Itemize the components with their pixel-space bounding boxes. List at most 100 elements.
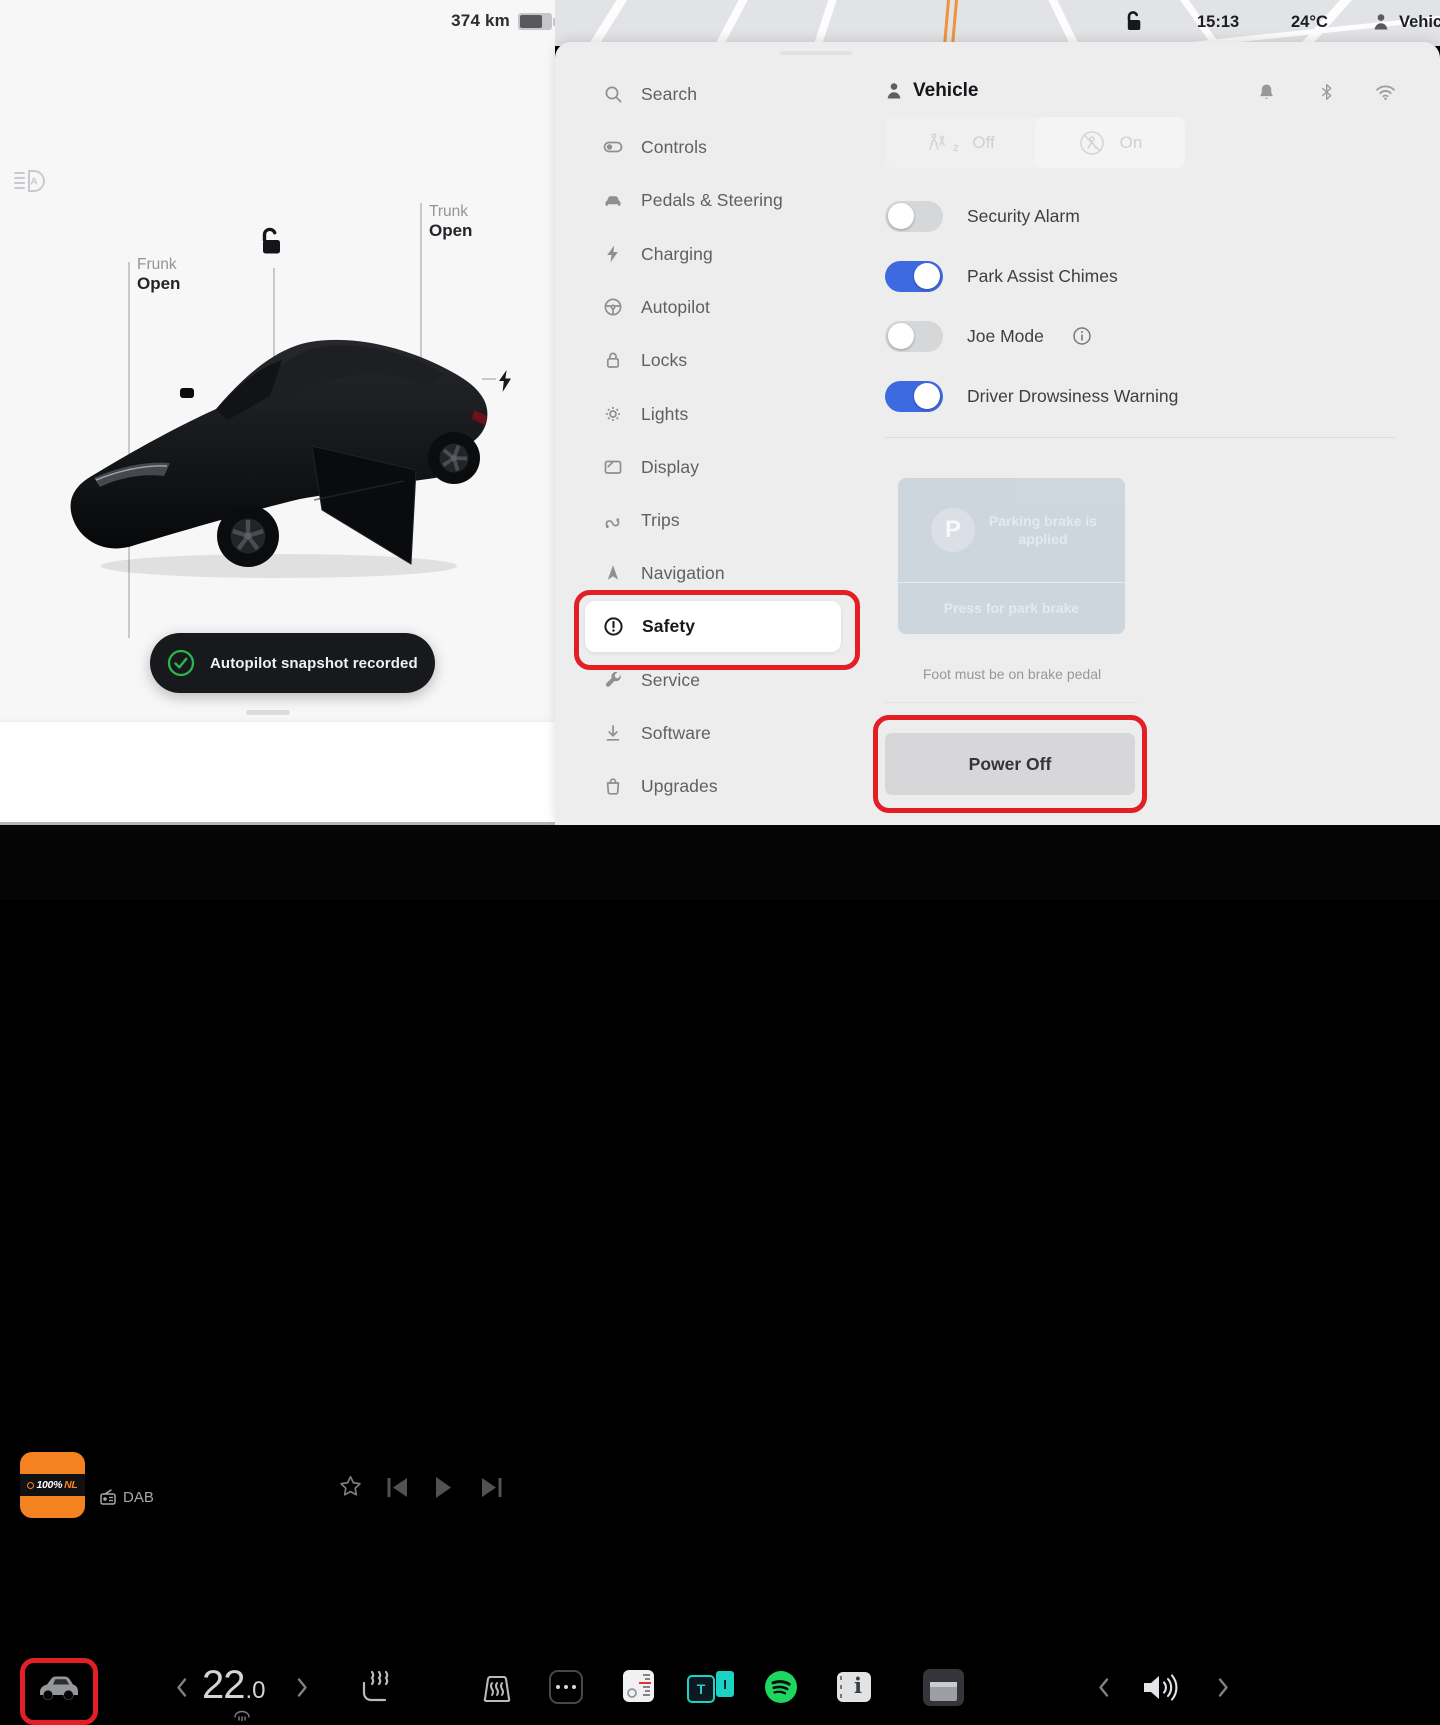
segment-off-label: Off	[972, 132, 995, 152]
volume-speaker-icon[interactable]	[1141, 1673, 1183, 1702]
unlocked-icon	[262, 227, 280, 254]
sidebar-item-locks[interactable]: Locks	[575, 340, 847, 380]
tunein-app-icon[interactable]: T I	[687, 1671, 737, 1703]
security-alarm-row: Security Alarm	[885, 200, 1080, 232]
vehicle-visualization-panel: 374 km A Frunk Open Trunk Open Autopilot…	[0, 0, 556, 1518]
profile-name[interactable]: Vehicle	[1399, 13, 1440, 32]
tunein-t-letter: T	[696, 1681, 706, 1697]
dot	[564, 1685, 568, 1689]
sidebar-label: Trips	[641, 509, 680, 530]
sidebar-item-safety[interactable]: Safety	[585, 601, 841, 652]
trunk-state: Open	[429, 221, 473, 240]
tunein-t-tile: T	[687, 1675, 715, 1703]
wrench-icon	[605, 671, 621, 687]
park-p-icon: P	[931, 508, 975, 552]
sidebar-item-software[interactable]: Software	[575, 713, 847, 753]
sidebar-item-trips[interactable]: Trips	[575, 500, 847, 540]
temp-down-chevron-icon[interactable]	[175, 1677, 188, 1698]
radio-tuner-glyph	[627, 1674, 651, 1698]
seat-heater-icon[interactable]	[359, 1670, 391, 1704]
driver-drowsiness-toggle[interactable]	[885, 380, 943, 412]
frunk-status-label[interactable]: Frunk Open	[137, 255, 180, 294]
park-assist-chimes-row: Park Assist Chimes	[885, 260, 1118, 292]
lightning-icon	[607, 245, 618, 263]
cabin-temperature[interactable]: 22 .0	[202, 1663, 266, 1708]
joe-mode-row: Joe Mode	[885, 320, 1092, 352]
profile-icon[interactable]	[1371, 12, 1391, 32]
joe-mode-toggle[interactable]	[885, 320, 943, 352]
media-sheet-handle[interactable]	[246, 710, 290, 715]
toggle-knob	[888, 203, 914, 229]
next-track-icon[interactable]	[481, 1477, 503, 1498]
unlocked-status-icon[interactable]	[1123, 10, 1144, 33]
tunein-i-tile: I	[716, 1671, 734, 1697]
success-check-icon	[167, 649, 195, 677]
no-person-icon	[1079, 130, 1104, 155]
sidebar-item-controls[interactable]: Controls	[575, 127, 847, 167]
parking-brake-card[interactable]: P Parking brake is applied Press for par…	[898, 478, 1125, 634]
frunk-state: Open	[137, 274, 181, 293]
notifications-bell-icon[interactable]	[1257, 82, 1276, 102]
park-letter: P	[944, 516, 961, 543]
app-launcher-icon[interactable]	[549, 1670, 583, 1704]
favorite-star-icon[interactable]	[338, 1474, 363, 1499]
play-icon[interactable]	[434, 1476, 452, 1499]
download-icon	[606, 724, 620, 741]
temp-up-chevron-icon[interactable]	[296, 1677, 309, 1698]
sidebar-item-service[interactable]: Service	[575, 660, 847, 700]
sidebar-item-display[interactable]: Display	[575, 447, 847, 487]
vehicle-profile-icon	[887, 83, 901, 99]
press-for-park-brake-button[interactable]: Press for park brake	[898, 582, 1125, 634]
outside-temperature[interactable]: 24°C	[1291, 13, 1328, 32]
security-alarm-toggle[interactable]	[885, 200, 943, 232]
temp-integer: 22	[202, 1663, 245, 1707]
bluetooth-icon[interactable]	[1318, 82, 1335, 101]
media-source[interactable]: DAB	[100, 1489, 154, 1506]
toggle-knob	[888, 323, 914, 349]
sidebar-item-autopilot[interactable]: Autopilot	[575, 287, 847, 327]
sidebar-item-pedals-steering[interactable]: Pedals & Steering	[575, 180, 847, 220]
sidebar-item-charging[interactable]: Charging	[575, 234, 847, 274]
binding	[839, 1685, 842, 1689]
theater-screen	[930, 1682, 957, 1701]
theater-app-icon[interactable]	[923, 1669, 964, 1706]
sidebar-label: Locks	[641, 349, 688, 370]
pedestrian-count: 2	[953, 142, 959, 153]
sidebar-item-navigation[interactable]: Navigation	[575, 553, 847, 593]
sidebar-label: Display	[641, 456, 700, 477]
toggle-icon	[603, 141, 623, 153]
manual-app-icon[interactable]: i	[837, 1672, 871, 1702]
car-controls-icon[interactable]	[37, 1672, 80, 1701]
sidebar-item-search[interactable]: Search	[575, 74, 847, 114]
charging-bolt-icon	[499, 370, 511, 392]
panel-drag-handle[interactable]	[780, 51, 852, 55]
segment-option-off[interactable]: 2 Off	[885, 117, 1035, 168]
driver-drowsiness-row: Driver Drowsiness Warning	[885, 380, 1178, 412]
sidebar-item-upgrades[interactable]: Upgrades	[575, 766, 847, 806]
previous-track-icon[interactable]	[386, 1477, 408, 1498]
nav-arrow-icon	[607, 565, 619, 580]
wifi-icon[interactable]	[1375, 84, 1396, 101]
sidebar-label: Service	[641, 669, 701, 690]
volume-up-chevron-icon[interactable]	[1217, 1677, 1230, 1698]
volume-down-chevron-icon[interactable]	[1097, 1677, 1110, 1698]
car-render	[70, 339, 488, 578]
power-off-button[interactable]: Power Off	[885, 733, 1135, 795]
sidebar-label: Software	[641, 722, 711, 743]
brightness-icon	[605, 406, 621, 422]
sidebar-label: Autopilot	[641, 296, 711, 317]
park-assist-chimes-toggle[interactable]	[885, 260, 943, 292]
station-album-art[interactable]: 100% NL	[20, 1452, 85, 1518]
steering-wheel-icon	[604, 298, 622, 316]
info-icon[interactable]	[1072, 326, 1092, 346]
defrost-icon[interactable]	[480, 1672, 514, 1704]
panel-title: Vehicle	[913, 80, 979, 101]
sidebar-item-lights[interactable]: Lights	[575, 394, 847, 434]
segment-option-on[interactable]: On	[1035, 117, 1185, 168]
auto-headlight-icon: A	[14, 170, 45, 192]
battery-range: 374 km	[451, 11, 510, 30]
radio-app-icon[interactable]	[623, 1670, 654, 1702]
spotify-app-icon[interactable]	[764, 1670, 798, 1704]
media-player: 100% NL DAB	[0, 722, 555, 1518]
trunk-status-label[interactable]: Trunk Open	[429, 202, 472, 241]
